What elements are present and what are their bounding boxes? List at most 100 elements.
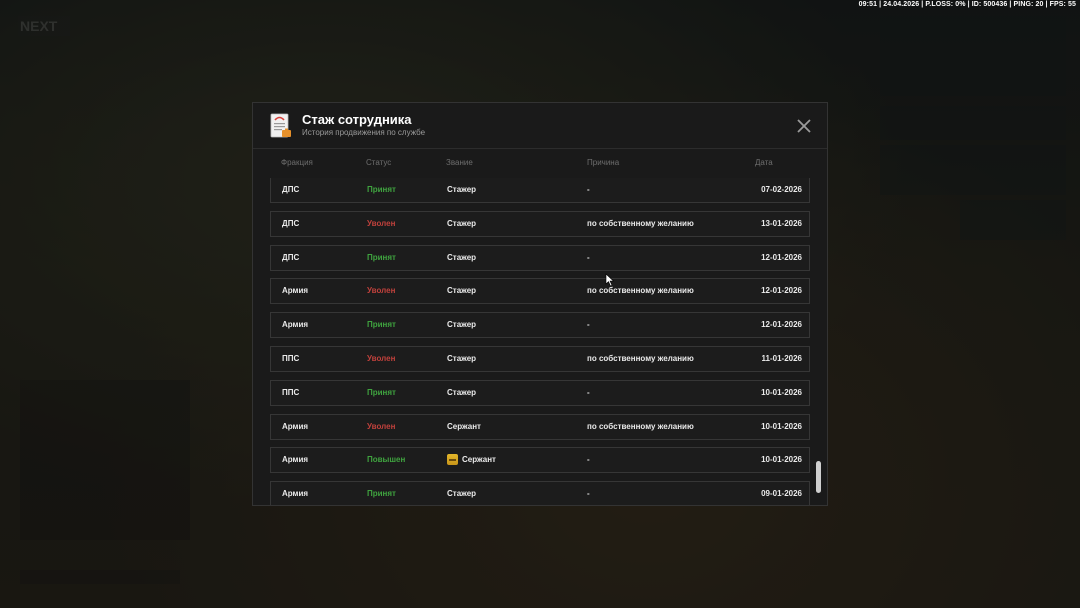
row-rank: Стажер — [447, 178, 476, 202]
row-reason-text: по собственному желанию — [587, 218, 694, 228]
row-reason-text: - — [587, 252, 590, 262]
row-reason-text: по собственному желанию — [587, 286, 694, 296]
row-reason: - — [587, 448, 590, 472]
row-date: 12-01-2026 — [761, 313, 802, 337]
row-reason: - — [587, 246, 590, 270]
row-status-text: Уволен — [367, 421, 396, 431]
row-rank-text: Стажер — [447, 218, 477, 228]
row-faction-text: ДПС — [282, 185, 300, 194]
row-reason: по собственному желанию — [587, 415, 694, 439]
row-reason: по собственному желанию — [587, 347, 694, 371]
hud-status-line: 09:51 | 24.04.2026 | P.LOSS: 0% | ID: 50… — [858, 1, 1076, 8]
row-rank: Стажер — [447, 212, 476, 236]
row-date-text: 12-01-2026 — [761, 252, 802, 262]
row-faction-text: Армия — [282, 421, 309, 431]
row-date-text: 10-01-2026 — [761, 421, 802, 431]
row-rank: Сержант — [447, 415, 481, 439]
rank-badge-icon — [447, 453, 458, 465]
row-date-text: 11-01-2026 — [761, 354, 802, 363]
close-icon[interactable] — [795, 117, 813, 135]
row-reason-text: - — [587, 455, 590, 465]
row-status: Принят — [367, 313, 396, 337]
table-row[interactable]: Армия Принят Стажер - 12-01-2026 — [270, 312, 810, 339]
row-reason: по собственному желанию — [587, 279, 694, 303]
row-faction-text: Армия — [282, 320, 309, 330]
row-status-text: Принят — [367, 489, 396, 499]
row-date-text: 07-02-2026 — [761, 185, 802, 194]
row-faction-text: ППС — [282, 387, 300, 397]
row-rank-text: Стажер — [447, 286, 477, 296]
table-row[interactable]: Армия Уволен Стажер по собственному желанию… — [270, 278, 810, 305]
column-header-reason: Причина — [587, 158, 620, 167]
row-date-text: 12-01-2026 — [761, 286, 802, 296]
row-status: Принят — [367, 482, 396, 505]
row-status: Принят — [367, 381, 396, 405]
row-reason: - — [587, 178, 590, 202]
row-faction: Армия — [282, 415, 308, 439]
row-rank-text: Стажер — [447, 185, 477, 194]
row-faction: Армия — [282, 313, 308, 337]
row-date: 10-01-2026 — [761, 415, 802, 439]
row-date: 10-01-2026 — [761, 381, 802, 405]
modal-subtitle: История продвижения по службе — [302, 128, 426, 137]
row-rank-text: Стажер — [447, 387, 477, 397]
table-row[interactable]: ДПС Уволен Стажер по собственному желанию 13… — [270, 210, 810, 237]
row-status: Уволен — [367, 212, 395, 236]
row-reason-text: по собственному желанию — [587, 354, 694, 363]
row-rank: Стажер — [447, 279, 476, 303]
row-date: 11-01-2026 — [762, 347, 802, 371]
row-date-text: 13-01-2026 — [761, 218, 802, 228]
row-faction: Армия — [282, 482, 309, 505]
row-status: Принят — [367, 178, 396, 202]
row-rank: Сержант — [447, 448, 496, 472]
row-status: Уволен — [367, 279, 395, 303]
row-rank: Стажер — [447, 482, 477, 505]
row-status: Уволен — [367, 347, 395, 371]
row-faction: Армия — [282, 448, 308, 472]
row-status: Повышен — [367, 448, 405, 472]
table-row[interactable]: ППС Принят Стажер - 10-01-2026 — [270, 379, 810, 406]
row-date: 10-01-2026 — [761, 448, 802, 472]
row-status-text: Уволен — [367, 218, 396, 228]
row-faction: ППС — [282, 347, 299, 371]
table-row[interactable]: ДПС Принят Стажер - 07-02-2026 — [270, 178, 810, 203]
row-reason-text: - — [587, 489, 590, 499]
row-status-text: Принят — [367, 387, 396, 397]
row-date: 13-01-2026 — [761, 212, 802, 236]
row-faction-text: ДПС — [282, 218, 300, 228]
row-faction-text: ППС — [282, 354, 300, 363]
table-row[interactable]: Армия Принят Стажер - 09-01-2026 — [270, 481, 810, 505]
row-faction: ДПС — [282, 178, 299, 202]
mouse-cursor-icon — [605, 273, 615, 287]
row-rank-text: Сержант — [447, 421, 481, 431]
row-rank-text: Стажер — [447, 320, 477, 330]
row-date-text: 10-01-2026 — [761, 455, 802, 465]
row-rank-text: Стажер — [447, 489, 477, 499]
table-row[interactable]: ППС Уволен Стажер по собственному желанию 11… — [270, 346, 810, 372]
row-reason-text: - — [587, 185, 590, 194]
row-status-text: Уволен — [367, 354, 396, 363]
row-faction-text: ДПС — [282, 252, 300, 262]
table-row[interactable]: ДПС Принят Стажер - 12-01-2026 — [270, 244, 810, 271]
row-status-text: Принят — [367, 185, 396, 194]
row-date-text: 10-01-2026 — [761, 387, 802, 397]
row-rank: Стажер — [447, 381, 476, 405]
column-header-faction: Фракция — [281, 158, 313, 167]
row-reason-text: - — [587, 387, 590, 397]
row-date-text: 12-01-2026 — [761, 320, 802, 330]
row-status-text: Принят — [367, 252, 396, 262]
row-reason-text: по собственному желанию — [587, 421, 694, 431]
scrollbar-thumb[interactable] — [816, 461, 821, 493]
history-table-body[interactable]: ДПС Принят Стажер - 07-02-2026 ДПС Уволен Стаже… — [270, 178, 811, 505]
row-rank-text: Стажер — [447, 252, 477, 262]
table-row[interactable]: Армия Уволен Сержант по собственному желани… — [270, 413, 810, 440]
modal-header: Стаж сотрудника История продвижения по с… — [253, 103, 827, 149]
row-rank: Стажер — [447, 246, 476, 270]
modal-title: Стаж сотрудника — [302, 112, 412, 127]
row-status-text: Принят — [367, 320, 396, 330]
column-header-status: Статус — [366, 158, 392, 167]
row-faction-text: Армия — [282, 455, 309, 465]
table-row[interactable]: Армия Повышен Сержант - 10-01-2026 — [270, 447, 810, 474]
row-faction-text: Армия — [282, 489, 309, 499]
row-faction: ДПС — [282, 212, 299, 236]
